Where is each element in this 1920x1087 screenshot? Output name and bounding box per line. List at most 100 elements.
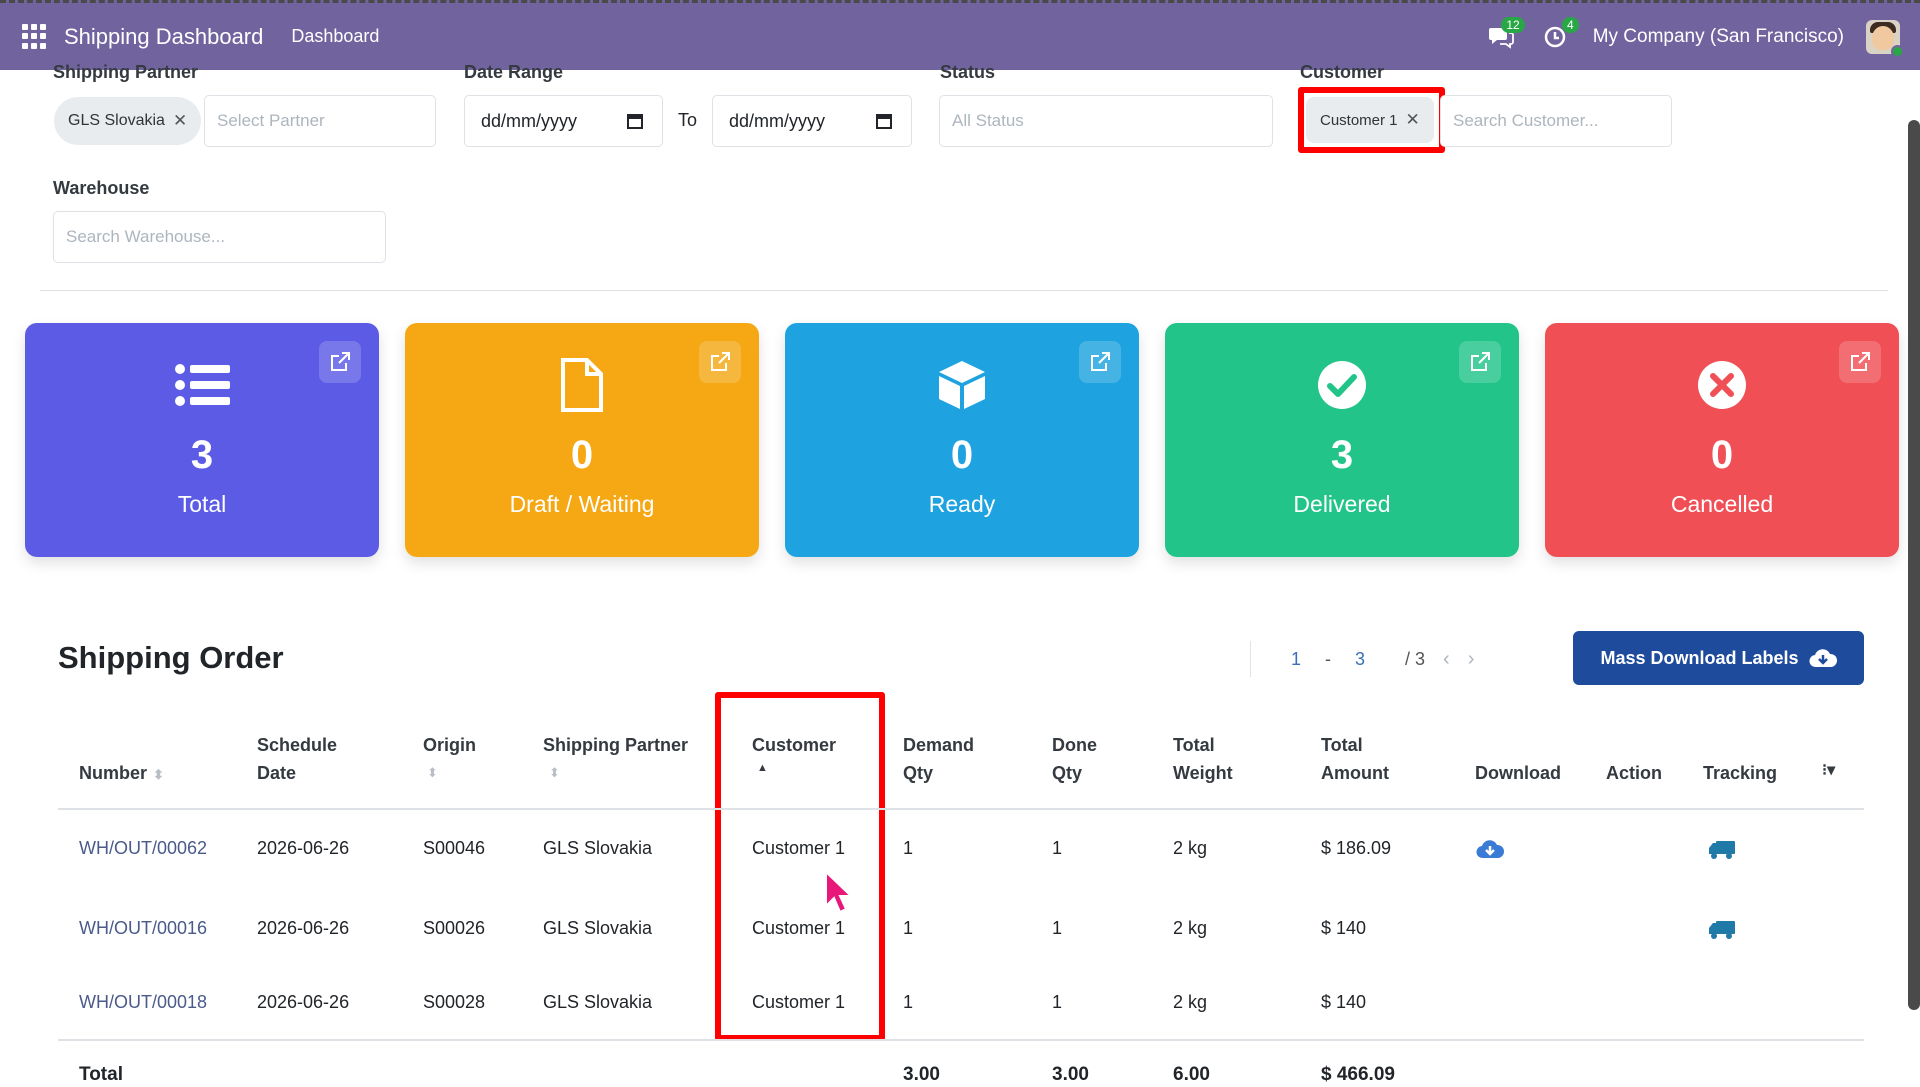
customer-chip: Customer 1 ✕ [1306,97,1434,143]
truck-icon[interactable] [1708,920,1736,940]
pager-end[interactable]: 3 [1355,649,1365,670]
remove-customer-icon[interactable]: ✕ [1406,110,1420,130]
col-action[interactable]: Action [1606,759,1662,787]
activities-button[interactable]: 4 [1539,16,1579,53]
warehouse-label: Warehouse [53,178,150,198]
user-avatar[interactable] [1866,19,1904,58]
header-divider [58,808,1864,810]
customer-chip-label: Customer 1 [1320,111,1398,129]
cell-customer: Customer 1 [752,838,846,858]
cell-date: 2026-06-26 [257,992,350,1012]
date-from-input[interactable]: dd/mm/yyyy [464,95,663,147]
customer-label: Customer [1300,62,1385,82]
card-total[interactable]: 3 Total [25,323,379,557]
cell-customer: Customer 1 [752,918,846,938]
box-icon [785,355,1139,415]
col-download[interactable]: Download [1475,759,1561,787]
order-number-link[interactable]: WH/OUT/00016 [79,918,207,939]
warehouse-search-input[interactable]: Search Warehouse... [53,211,386,263]
col-tracking[interactable]: Tracking [1703,759,1777,787]
filters-divider [40,290,1888,291]
section-title: Shipping Order [58,640,284,675]
calendar-icon[interactable] [875,112,893,130]
cell-date: 2026-06-26 [257,918,350,938]
date-to-label: To [678,110,698,130]
col-schedule-date[interactable]: Schedule Date [257,731,337,787]
card-total-label: Total [177,491,227,517]
cell-done: 1 [1052,918,1063,938]
pager: 1 - 3 / 3 ‹ › [1250,641,1474,677]
pager-start[interactable]: 1 [1291,649,1301,670]
optional-columns-icon[interactable]: ⁝▾ [1822,757,1835,785]
menu-dashboard[interactable]: Dashboard [291,26,379,47]
col-origin[interactable]: Origin [423,731,476,759]
card-delivered-value: 3 [1330,433,1354,477]
cell-done: 1 [1052,992,1063,1012]
cell-weight: 2 kg [1173,992,1208,1012]
shipping-partner-label: Shipping Partner [53,62,199,82]
card-delivered[interactable]: 3 Delivered [1165,323,1519,557]
cell-demand: 1 [903,992,914,1012]
sort-asc-icon[interactable]: ▲ [757,762,768,774]
cell-date: 2026-06-26 [257,838,350,858]
order-number-link[interactable]: WH/OUT/00018 [79,992,207,1013]
cell-demand: 1 [903,838,914,858]
status-label: Status [940,62,996,82]
app-title[interactable]: Shipping Dashboard [64,24,263,50]
pager-total: / 3 [1405,648,1426,669]
date-to-input[interactable]: dd/mm/yyyy [712,95,912,147]
cell-origin: S00046 [423,838,486,858]
page-scrollbar[interactable] [1908,120,1920,1010]
partner-select-input[interactable]: Select Partner [204,95,436,147]
mass-download-labels-button[interactable]: Mass Download Labels [1573,631,1864,685]
col-customer[interactable]: Customer [752,731,836,759]
col-number[interactable]: Number ⬍ [79,759,164,789]
cloud-download-icon [1809,649,1837,668]
card-ready[interactable]: 0 Ready [785,323,1139,557]
cell-amount: $ 140 [1321,918,1367,938]
cell-weight: 2 kg [1173,838,1208,858]
card-draft-waiting[interactable]: 0 Draft / Waiting [405,323,759,557]
cell-origin: S00028 [423,992,486,1012]
company-switcher[interactable]: My Company (San Francisco) [1593,26,1844,48]
list-icon [25,355,379,415]
next-page-icon[interactable]: › [1468,648,1475,671]
card-ready-value: 0 [950,433,974,477]
status-select[interactable]: All Status [939,95,1273,147]
cell-weight: 2 kg [1173,918,1208,938]
file-icon [405,355,759,415]
col-demand-qty[interactable]: Demand Qty [903,731,974,787]
col-shipping-partner[interactable]: Shipping Partner [543,731,688,759]
calendar-icon[interactable] [626,112,644,130]
col-total-weight[interactable]: Total Weight [1173,731,1233,787]
messages-button[interactable]: 12 [1485,16,1525,53]
card-cancelled[interactable]: 0 Cancelled [1545,323,1899,557]
prev-page-icon[interactable]: ‹ [1443,648,1450,671]
footer-divider [58,1039,1864,1041]
col-done-qty[interactable]: Done Qty [1052,731,1097,787]
customer-search-input[interactable]: Search Customer... [1440,95,1672,147]
col-total-amount[interactable]: Total Amount [1321,731,1389,787]
x-circle-icon [1545,355,1899,415]
pager-dash: - [1325,648,1332,669]
cloud-download-icon[interactable] [1476,838,1504,860]
cell-partner: GLS Slovakia [543,992,653,1012]
footer-total-label: Total [79,1064,123,1085]
card-cancelled-label: Cancelled [1670,491,1774,517]
cell-customer: Customer 1 [752,992,846,1012]
partner-chip: GLS Slovakia ✕ [54,97,202,145]
apps-menu-icon[interactable] [22,23,48,50]
cell-done: 1 [1052,838,1063,858]
messages-badge: 12 [1501,16,1525,33]
activities-badge: 4 [1562,16,1579,33]
online-status-dot [1891,44,1904,58]
date-to-value: dd/mm/yyyy [729,110,826,131]
remove-partner-icon[interactable]: ✕ [173,111,187,131]
sort-icon[interactable]: ⬍ [549,765,560,781]
truck-icon[interactable] [1708,840,1736,860]
card-delivered-label: Delivered [1293,491,1391,517]
sort-icon[interactable]: ⬍ [153,767,164,782]
sort-icon[interactable]: ⬍ [427,765,438,781]
cell-amount: $ 186.09 [1321,838,1392,858]
order-number-link[interactable]: WH/OUT/00062 [79,838,207,859]
